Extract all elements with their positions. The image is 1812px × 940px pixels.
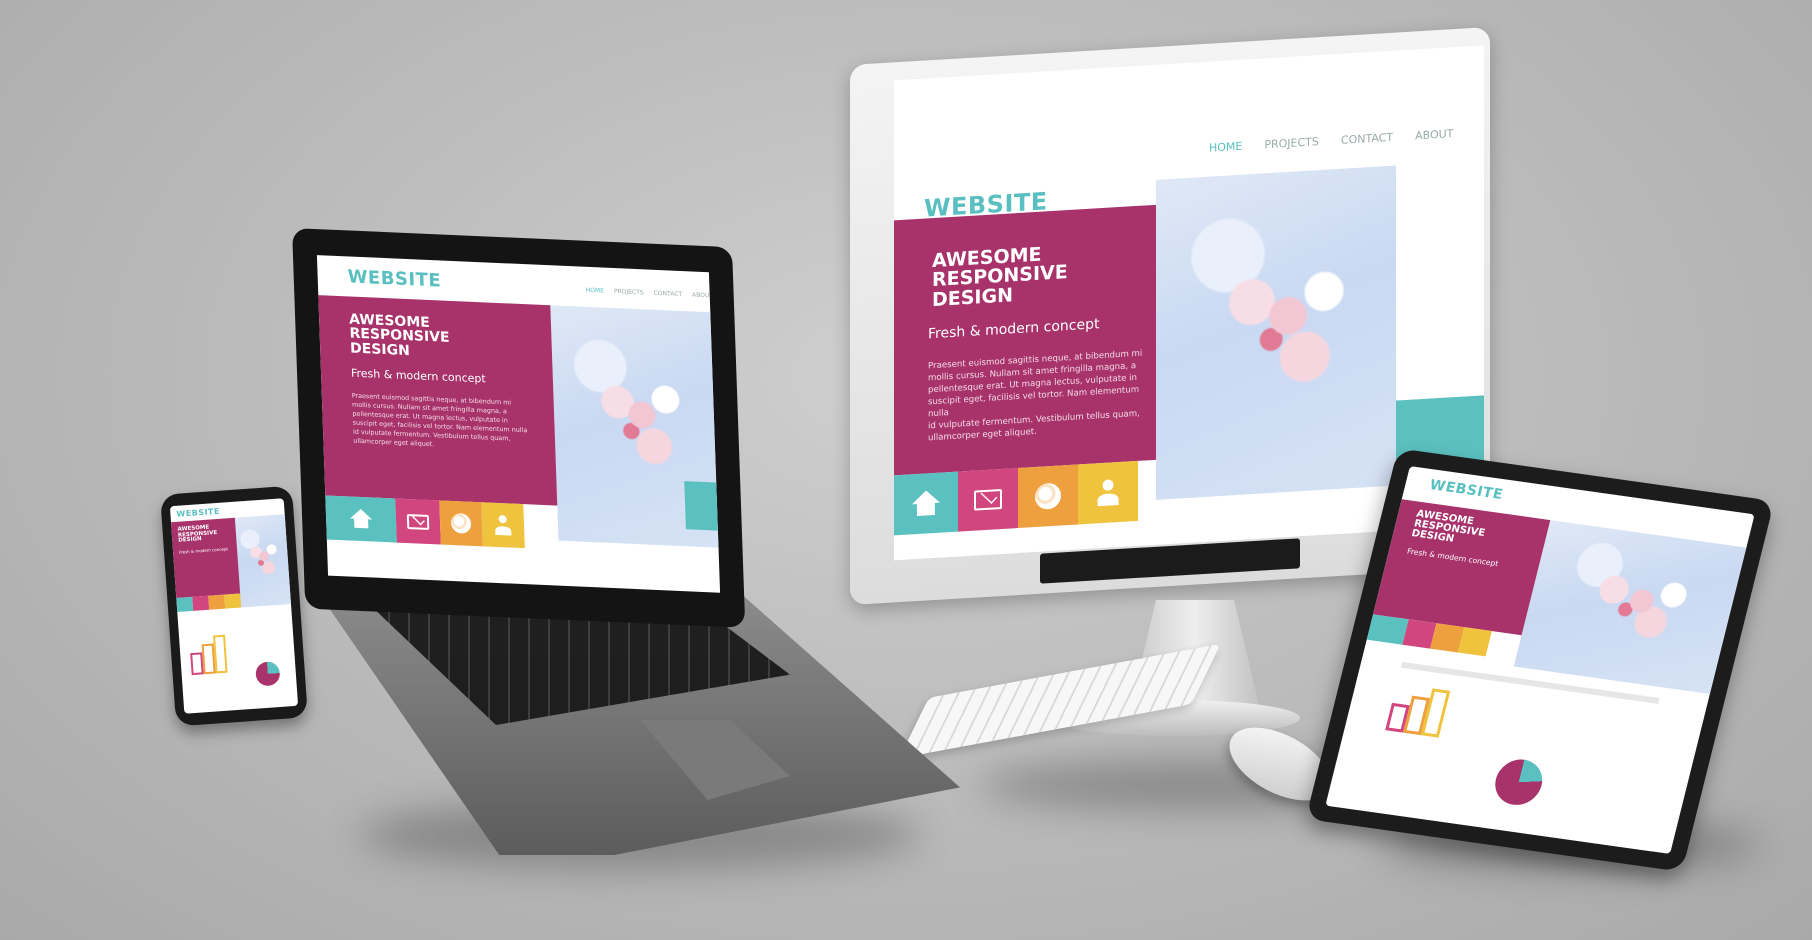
phone-headline: AWESOME RESPONSIVE DESIGN [177,525,217,545]
tile-home[interactable] [325,495,397,543]
tablet-hero: AWESOME RESPONSIVE DESIGN Fresh & modern… [1373,499,1551,636]
phone-subheadline: Fresh & modern concept [178,546,229,555]
headline-line-3: DESIGN [178,536,202,544]
tile-home[interactable] [176,596,194,612]
mail-icon [406,513,430,530]
nav-home[interactable]: HOME [1209,140,1242,155]
phone-hero-photo [232,514,292,608]
phone-pie-chart [255,660,281,687]
globe-icon [1035,482,1061,511]
laptop-icon-tiles [325,495,525,549]
laptop-lid: WEBSITE HOME PROJECTS CONTACT ABOUT AWES… [292,228,746,628]
home-icon [913,490,939,518]
nav-about[interactable]: ABOUT [1415,127,1453,142]
tile-user[interactable] [1457,627,1492,657]
nav-about[interactable]: ABOUT [692,291,713,299]
tile-mail[interactable] [958,468,1018,532]
tablet-hero-photo [1513,520,1747,694]
tablet-headline: AWESOME RESPONSIVE DESIGN [1410,509,1488,550]
smartphone: WEBSITE AWESOME RESPONSIVE DESIGN Fresh … [160,485,308,727]
tile-globe[interactable] [208,594,226,610]
tablet-bar-chart [1385,681,1457,738]
phone-site-logo[interactable]: WEBSITE [176,507,220,519]
user-icon [493,515,514,536]
tile-user[interactable] [224,593,242,609]
laptop-body: Praesent euismod sagittis neque, at bibe… [352,392,528,454]
headline-line-3: DESIGN [932,284,1014,311]
laptop-screen: WEBSITE HOME PROJECTS CONTACT ABOUT AWES… [316,255,721,593]
laptop-subheadline: Fresh & modern concept [350,366,486,386]
tablet-pie-chart [1490,756,1548,808]
monitor-subheadline: Fresh & modern concept [928,316,1100,343]
monitor-body: Praesent euismod sagittis neque, at bibe… [928,347,1156,445]
nav-home[interactable]: HOME [586,287,604,295]
tile-mail[interactable] [192,595,210,611]
monitor-hero-photo [1156,165,1396,500]
tile-globe[interactable] [1018,464,1078,529]
laptop-site-logo[interactable]: WEBSITE [347,266,441,291]
headline-line-3: DESIGN [349,340,411,359]
tablet-screen: WEBSITE AWESOME RESPONSIVE DESIGN Fresh … [1325,466,1755,854]
user-icon [1095,479,1121,507]
tile-user[interactable] [481,502,525,549]
tile-globe[interactable] [439,500,483,547]
tile-user[interactable] [1078,460,1138,525]
monitor-hero: AWESOME RESPONSIVE DESIGN Fresh & modern… [894,204,1156,476]
monitor-headline: AWESOME RESPONSIVE DESIGN [932,244,1068,311]
keyboard [899,643,1221,759]
tile-mail[interactable] [395,498,441,545]
bar [1420,688,1451,738]
nav-contact[interactable]: CONTACT [654,290,683,298]
laptop-hero: AWESOME RESPONSIVE DESIGN Fresh & modern… [318,295,558,506]
phone-screen: WEBSITE AWESOME RESPONSIVE DESIGN Fresh … [169,498,299,714]
home-icon [351,509,372,530]
tablet-subheadline: Fresh & modern concept [1406,546,1500,569]
laptop-teal-block [684,481,718,531]
tablet-site-logo[interactable]: WEBSITE [1428,477,1505,503]
globe-icon [450,512,472,534]
mail-icon [974,488,1002,511]
nav-projects[interactable]: PROJECTS [614,288,644,296]
tile-home[interactable] [894,471,958,536]
phone-hero: AWESOME RESPONSIVE DESIGN Fresh & modern… [171,517,241,599]
phone-icon-tiles [176,593,242,612]
bar [213,634,228,674]
phone-bar-chart [189,632,232,676]
laptop-headline: AWESOME RESPONSIVE DESIGN [349,311,450,359]
laptop-nav: HOME PROJECTS CONTACT ABOUT [586,287,714,300]
